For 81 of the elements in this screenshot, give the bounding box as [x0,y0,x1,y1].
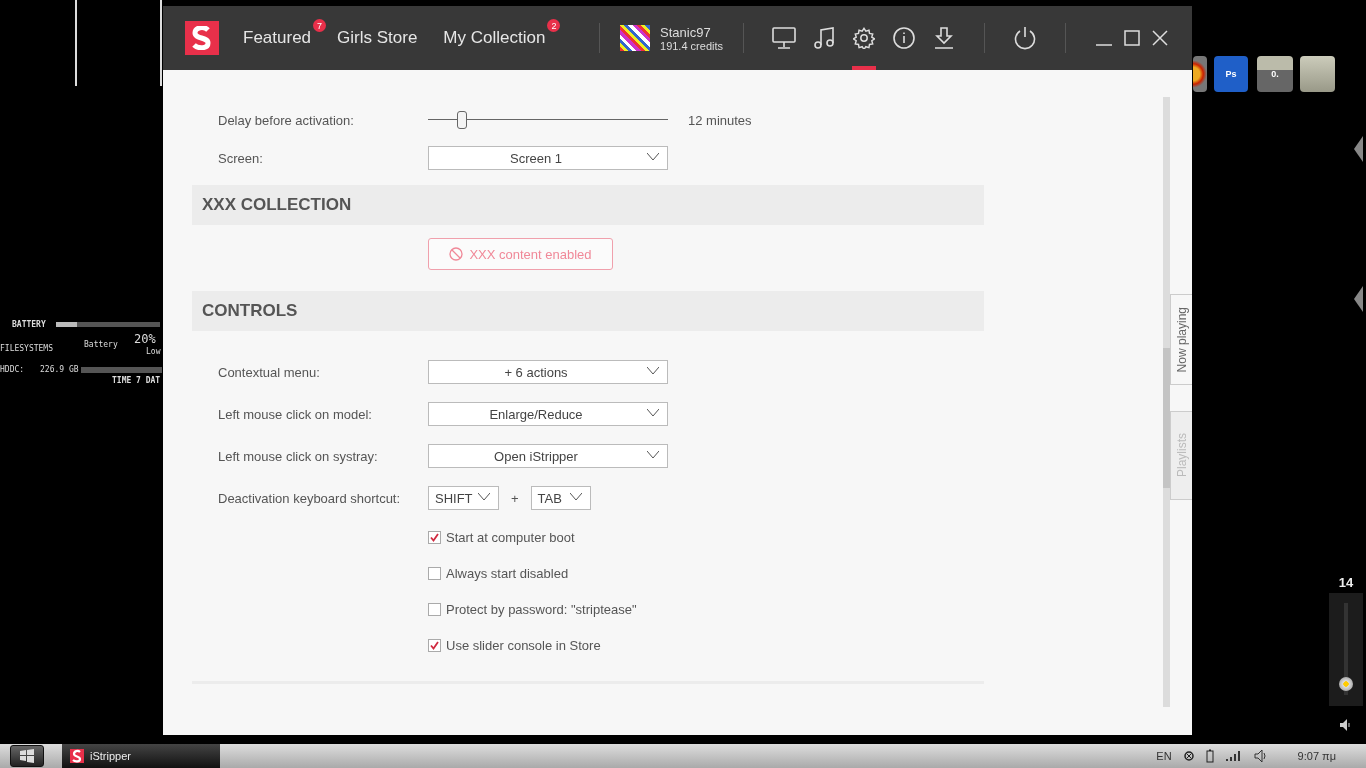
speaker-icon [1253,749,1268,763]
drive-size: 226.9 GB [40,365,79,374]
slider[interactable] [428,108,668,132]
checkbox-option[interactable]: Protect by password: "striptease" [428,601,637,617]
section-header: XXX COLLECTION [192,185,984,225]
scrollbar-thumb[interactable] [1163,348,1170,488]
dropdown[interactable]: Enlarge/Reduce [428,402,668,426]
section-header: CONTROLS [192,291,984,331]
checkbox[interactable] [428,566,441,580]
maximize-icon [1124,30,1140,46]
slider-value: 12 minutes [688,112,752,128]
volume-knob[interactable] [1339,676,1353,691]
setting-label: Contextual menu: [218,364,321,380]
battery-status: Low [146,347,161,356]
scrollbar[interactable] [1163,97,1170,707]
signal-icon [1225,750,1242,762]
key-dropdown[interactable]: SHIFT [428,486,499,510]
drive-label: HDDC: [0,365,25,374]
maximize-button[interactable] [1122,28,1142,48]
setting-label: Delay before activation: [218,112,355,128]
user-name: Stanic97 [660,24,712,40]
checkbox[interactable] [428,602,441,616]
download-icon [933,27,955,49]
app-logo[interactable] [185,21,219,55]
music-note-icon [813,27,835,49]
setting-label: Screen: [218,150,264,166]
widget-title: BATTERY [12,320,46,329]
checkbox-option[interactable]: Use slider console in Store [428,637,601,653]
blocked-circle-icon [1183,751,1194,761]
plus-sign: + [511,490,519,506]
chevron-down-icon [569,493,582,501]
triangle-icon[interactable] [1354,286,1363,312]
dropdown[interactable]: Open iStripper [428,444,668,468]
checkbox[interactable] [428,638,441,652]
chevron-down-icon [647,451,659,459]
clock[interactable]: 9:07 πμ [1297,750,1336,762]
count-badge: 7 [313,19,327,32]
close-icon [1152,30,1168,46]
triangle-icon[interactable] [1354,136,1363,162]
dropdown[interactable]: Screen 1 [428,146,668,170]
nav-link[interactable]: Girls Store [337,28,418,48]
chevron-down-icon [478,493,490,501]
monitor-icon [772,27,796,49]
ban-icon [449,247,464,261]
setting-label: Deactivation keyboard shortcut: [218,490,402,506]
chevron-down-icon [647,153,659,161]
checkbox[interactable] [428,530,441,544]
key-dropdown[interactable]: TAB [530,486,591,510]
start-button[interactable] [10,745,44,767]
power-icon [1013,26,1037,50]
check-icon [430,532,439,542]
user-avatar[interactable] [620,25,650,51]
setting-label: Left mouse click on model: [218,406,373,422]
minimize-icon [1095,44,1113,46]
widget-label: FILESYSTEMS [0,344,53,353]
slider-thumb[interactable] [456,111,467,129]
setting-label: Left mouse click on systray: [218,448,379,464]
taskbar-app[interactable]: iStripper [62,744,220,768]
dropdown[interactable]: + 6 actions [428,360,668,384]
chevron-down-icon [647,367,659,375]
battery-percent: 20% [134,332,156,346]
checkbox-option[interactable]: Always start disabled [428,565,569,581]
widget-label: TIME 7 DAT [112,376,161,385]
app-logo-icon [70,749,84,763]
battery-icon [1205,749,1214,763]
check-icon [430,640,439,650]
windows-logo-icon [20,749,34,763]
credits: 191.4 credits [660,39,723,52]
count-badge: 2 [547,19,561,32]
info-icon [893,27,915,49]
calculator-icon[interactable]: 0. [1257,56,1293,92]
chevron-down-icon [647,409,659,417]
speaker-icon [1339,718,1353,732]
photoshop-icon[interactable]: Ps [1214,56,1248,92]
settings-icon [853,27,875,49]
close-button[interactable] [1150,28,1170,48]
checkbox-option[interactable]: Start at computer boot [428,529,575,545]
widget-label: Battery [84,340,118,349]
volume-value: 14 [1338,575,1354,592]
language-indicator[interactable]: EN [1156,750,1172,762]
side-tab[interactable]: Now playing [1170,294,1192,385]
